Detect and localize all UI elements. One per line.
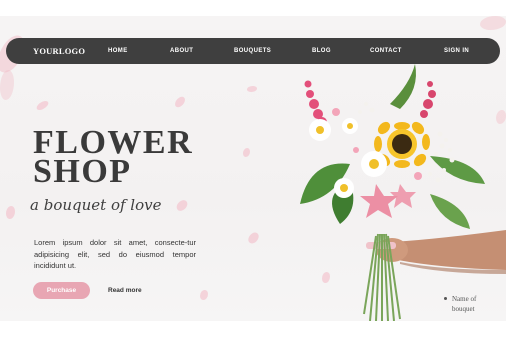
page-title: FLOWER SHOP [33,126,193,189]
nav-sign-in[interactable]: SIGN IN [444,38,469,64]
petal-decoration [174,198,190,213]
petal-decoration [173,94,187,110]
site-logo[interactable]: YOURLOGO [33,38,85,64]
title-line-2: SHOP [33,153,132,190]
caption-line-1: Name of [452,295,477,303]
hero-description: Lorem ipsum dolor sit amet, consecte-tur… [34,238,196,270]
nav-contact[interactable]: CONTACT [370,38,402,64]
nav-home[interactable]: HOME [108,38,128,64]
bouquet-image [300,64,506,321]
bouquet-caption: Name of bouquet [444,294,504,314]
petal-decoration [247,86,257,92]
petal-decoration [6,206,15,219]
top-navbar: YOURLOGO HOME ABOUT BOUQUETS BLOG CONTAC… [6,38,500,64]
bullet-dot-icon [444,297,447,300]
petal-decoration [480,16,506,30]
nav-blog[interactable]: BLOG [312,38,331,64]
petal-decoration [246,230,261,246]
nav-about[interactable]: ABOUT [170,38,193,64]
nav-bouquets[interactable]: BOUQUETS [234,38,271,64]
read-more-link[interactable]: Read more [108,282,142,299]
tagline: a bouquet of love [30,196,162,214]
purchase-button[interactable]: Purchase [33,282,90,299]
petal-decoration [243,148,250,157]
petal-decoration [35,99,50,112]
petal-decoration [200,290,208,300]
petal-decoration [0,70,14,100]
caption-line-2: bouquet [452,305,475,313]
